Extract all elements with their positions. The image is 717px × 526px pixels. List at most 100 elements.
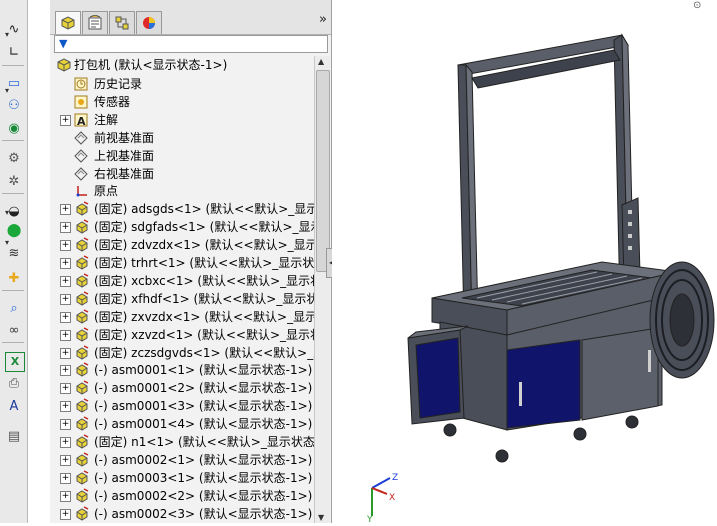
assembly-icon: [56, 57, 72, 73]
expand-toggle-icon[interactable]: +: [60, 455, 71, 466]
tree-item[interactable]: + (-) asm0001<1> (默认<显示状态-1>): [50, 361, 314, 379]
plane-icon: [73, 148, 89, 164]
tree-item-label: (-) asm0002<1> (默认<显示状态-1>): [94, 453, 313, 467]
expand-panel-button[interactable]: »: [319, 12, 327, 27]
expand-toggle-icon[interactable]: +: [60, 204, 71, 215]
tree-item[interactable]: 历史记录: [50, 75, 314, 93]
filter-icon[interactable]: ▼: [59, 37, 67, 50]
expand-toggle-icon[interactable]: +: [60, 258, 71, 269]
part-icon: [74, 416, 90, 432]
viewport-options-icon[interactable]: ⊙: [693, 0, 701, 11]
tree-item[interactable]: + (-) asm0002<2> (默认<显示状态-1>): [50, 487, 314, 505]
clipped-dropdown-icon[interactable]: ▾: [5, 86, 13, 95]
display-manager-icon: [143, 17, 155, 29]
tree-item-label: 前视基准面: [94, 131, 155, 145]
origin-icon: [73, 183, 89, 199]
expand-toggle-icon[interactable]: +: [60, 222, 71, 233]
annotation-icon: A: [73, 112, 89, 128]
property-manager-icon: [88, 15, 102, 30]
graphics-area[interactable]: Z X Y: [332, 0, 717, 525]
tab-display-manager[interactable]: [136, 11, 162, 34]
side-drawer: [407, 325, 469, 425]
tree-item[interactable]: 上视基准面: [50, 147, 314, 165]
expand-toggle-icon[interactable]: +: [60, 491, 71, 502]
tree-item-label: 打包机 (默认<显示状态-1>): [74, 58, 228, 72]
tree-item[interactable]: 原点: [50, 182, 314, 200]
svg-text:A: A: [77, 115, 86, 128]
tree-item-label: 原点: [94, 184, 119, 198]
tree-root-item[interactable]: 打包机 (默认<显示状态-1>): [50, 56, 314, 74]
clipped-dropdown-icon[interactable]: ▾: [5, 208, 13, 217]
expand-toggle-icon[interactable]: +: [60, 240, 71, 251]
feature-manager-icon: [61, 16, 75, 30]
tree-item-label: (-) asm0001<3> (默认<显示状态-1>): [94, 399, 313, 413]
tree-item-label: (-) asm0001<2> (默认<显示状态-1>): [94, 381, 313, 395]
tree-item-label: (固定) zxvzdx<1> (默认<<默认>_显示状: [94, 310, 314, 324]
tree-item[interactable]: + (固定) trhrt<1> (默认<<默认>_显示状态: [50, 254, 314, 272]
part-icon: [74, 362, 90, 378]
tree-item[interactable]: + (-) asm0001<4> (默认<显示状态-1>): [50, 415, 314, 433]
part-icon: [74, 201, 90, 217]
part-icon: [74, 273, 90, 289]
tree-item[interactable]: + (-) asm0002<3> (默认<显示状态-1>): [50, 505, 314, 523]
tree-item[interactable]: + (固定) xfhdf<1> (默认<<默认>_显示状态: [50, 290, 314, 308]
scroll-down-arrow-icon[interactable]: ▼: [318, 513, 324, 522]
tree-item-label: (-) asm0001<1> (默认<显示状态-1>): [94, 363, 313, 377]
cabinet-door-right: [581, 327, 659, 421]
tree-item[interactable]: + (固定) zczsdgvds<1> (默认<<默认>_显: [50, 344, 314, 362]
part-icon: [74, 345, 90, 361]
tree-item[interactable]: + (固定) adsgds<1> (默认<<默认>_显示状: [50, 200, 314, 218]
tree-item[interactable]: 前视基准面: [50, 129, 314, 147]
expand-toggle-icon[interactable]: +: [60, 294, 71, 305]
panel-tabs: »: [50, 0, 331, 35]
tree-item-label: (-) asm0003<1> (默认<显示状态-1>): [94, 471, 313, 485]
tree-item[interactable]: + (-) asm0001<2> (默认<显示状态-1>): [50, 379, 314, 397]
tree-item[interactable]: 右视基准面: [50, 165, 314, 183]
expand-toggle-icon[interactable]: +: [60, 419, 71, 430]
part-icon: [74, 452, 90, 468]
part-icon: [74, 488, 90, 504]
expand-toggle-icon[interactable]: +: [60, 312, 71, 323]
clipped-panel-strip: ▾ ▾ ▾ ▾: [0, 0, 16, 523]
tree-item[interactable]: + (固定) sdgfads<1> (默认<<默认>_显示: [50, 218, 314, 236]
expand-toggle-icon[interactable]: +: [60, 401, 71, 412]
expand-toggle-icon[interactable]: +: [60, 437, 71, 448]
tree-item[interactable]: + (固定) n1<1> (默认<<默认>_显示状态 1: [50, 433, 314, 451]
filter-bar[interactable]: ▼: [54, 35, 328, 53]
expand-toggle-icon[interactable]: +: [60, 509, 71, 520]
expand-toggle-icon[interactable]: +: [60, 365, 71, 376]
tree-item[interactable]: + A 注解: [50, 111, 314, 129]
expand-toggle-icon[interactable]: +: [60, 383, 71, 394]
tab-feature-manager[interactable]: [55, 11, 81, 34]
tab-property-manager[interactable]: [82, 11, 108, 34]
tree-item[interactable]: + (固定) zdvzdx<1> (默认<<默认>_显示状: [50, 236, 314, 254]
tree-item[interactable]: 传感器: [50, 93, 314, 111]
tree-item-label: (固定) xcbxc<1> (默认<<默认>_显示状态: [94, 274, 314, 288]
tree-item-label: (固定) zczsdgvds<1> (默认<<默认>_显: [94, 346, 314, 360]
scroll-up-arrow-icon[interactable]: ▲: [318, 57, 324, 66]
part-icon: [74, 309, 90, 325]
tree-item-label: 右视基准面: [94, 167, 155, 181]
part-icon: [74, 434, 90, 450]
expand-toggle-icon[interactable]: +: [60, 115, 71, 126]
tree-scrollbar[interactable]: ▲ ▼: [314, 56, 330, 523]
tree-item[interactable]: + (固定) xzvzd<1> (默认<<默认>_显示状态: [50, 326, 314, 344]
clipped-dropdown-icon[interactable]: ▾: [5, 30, 13, 39]
tree-item[interactable]: + (-) asm0003<1> (默认<显示状态-1>): [50, 469, 314, 487]
expand-toggle-icon[interactable]: +: [60, 330, 71, 341]
tree-item[interactable]: + (-) asm0001<3> (默认<显示状态-1>): [50, 397, 314, 415]
clipped-dropdown-icon[interactable]: ▾: [5, 238, 13, 247]
expand-toggle-icon[interactable]: +: [60, 348, 71, 359]
tab-configuration-manager[interactable]: [109, 11, 135, 34]
tree-item-label: (固定) sdgfads<1> (默认<<默认>_显示: [94, 220, 314, 234]
scroll-thumb[interactable]: [316, 70, 330, 272]
expand-toggle-icon[interactable]: +: [60, 473, 71, 484]
plane-icon: [73, 166, 89, 182]
triad-label-y: Y: [366, 515, 373, 523]
expand-toggle-icon[interactable]: +: [60, 276, 71, 287]
tree-item[interactable]: + (固定) xcbxc<1> (默认<<默认>_显示状态: [50, 272, 314, 290]
tree-item-label: 历史记录: [94, 77, 143, 91]
tree-item[interactable]: + (-) asm0002<1> (默认<显示状态-1>): [50, 451, 314, 469]
part-icon: [74, 380, 90, 396]
tree-item[interactable]: + (固定) zxvzdx<1> (默认<<默认>_显示状: [50, 308, 314, 326]
